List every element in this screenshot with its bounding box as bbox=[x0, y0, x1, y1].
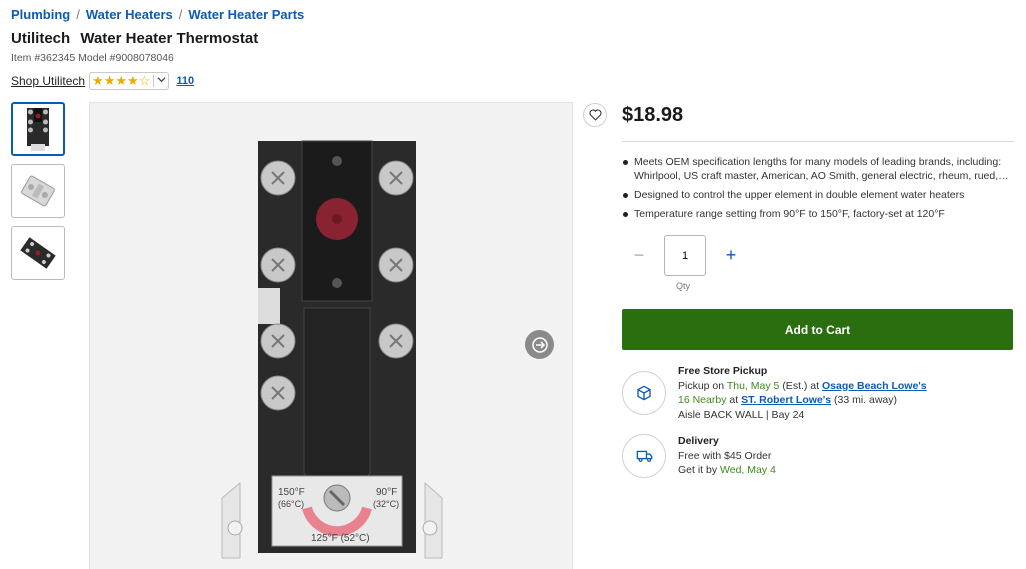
chevron-down-icon bbox=[153, 75, 166, 87]
arrow-right-icon bbox=[531, 336, 548, 353]
thermostat-back-thumbnail-image bbox=[21, 175, 55, 207]
delivery-line-1: Free with $45 Order bbox=[678, 449, 772, 462]
thermostat-angle-thumbnail-image bbox=[20, 237, 56, 269]
breadcrumb-separator: / bbox=[178, 7, 183, 22]
quantity-stepper: − + bbox=[632, 235, 738, 276]
model-number: Model #9008078046 bbox=[78, 52, 174, 64]
truck-icon bbox=[636, 450, 652, 462]
delivery-prefix: Get it by bbox=[678, 464, 718, 476]
package-icon bbox=[637, 385, 651, 401]
heart-icon bbox=[589, 109, 601, 121]
item-model-line: Item #362345 Model #9008078046 bbox=[11, 52, 174, 64]
pickup-est: (Est.) at bbox=[782, 379, 820, 392]
delivery-option[interactable] bbox=[622, 434, 666, 478]
breadcrumb-water-heater-parts[interactable]: Water Heater Parts bbox=[188, 7, 304, 22]
thumbnail-2[interactable] bbox=[11, 164, 65, 218]
star-outline-icon: ☆ bbox=[138, 73, 151, 88]
product-brand: Utilitech bbox=[11, 30, 71, 47]
pickup-details: Free Store Pickup Pickup on Thu, May 5 (… bbox=[678, 364, 927, 422]
add-to-cart-button[interactable]: Add to Cart bbox=[622, 309, 1013, 350]
item-number: Item #362345 bbox=[11, 52, 76, 64]
aisle-location: Aisle BACK WALL | Bay 24 bbox=[678, 408, 805, 421]
thumbnail-1[interactable] bbox=[11, 102, 65, 156]
dial-right-temp-c: (32°C) bbox=[373, 499, 399, 509]
thumbnail-3[interactable] bbox=[11, 226, 65, 280]
dial-left-temp-c: (66°C) bbox=[278, 499, 304, 509]
star-icon: ★ bbox=[115, 73, 128, 88]
review-count-link[interactable]: 110 bbox=[176, 75, 194, 87]
pickup-title: Free Store Pickup bbox=[678, 365, 768, 377]
feature-item: Temperature range setting from 90°F to 1… bbox=[622, 207, 1014, 221]
dial-right-temp: 90°F bbox=[376, 487, 397, 498]
star-icon: ★ bbox=[92, 73, 104, 88]
shop-rating-line: Shop Utilitech ★★★★☆ 110 bbox=[11, 72, 194, 90]
pickup-line-2: 16 Nearby at ST. Robert Lowe's (33 mi. a… bbox=[678, 393, 927, 408]
breadcrumb-separator: / bbox=[76, 7, 80, 22]
quantity-decrease-button[interactable]: − bbox=[632, 245, 646, 266]
pickup-date: Thu, May 5 bbox=[726, 379, 780, 392]
thermostat-image: 150°F (66°C) 90°F (32°C) 125°F (52°C) bbox=[221, 140, 443, 559]
quantity-increase-button[interactable]: + bbox=[724, 245, 738, 266]
star-rating: ★★★★☆ bbox=[92, 73, 150, 89]
thermostat-thumbnail-image bbox=[27, 108, 49, 151]
pickup-option[interactable] bbox=[622, 371, 666, 415]
pickup-at: at bbox=[729, 394, 739, 406]
product-name: Water Heater Thermostat bbox=[80, 30, 259, 47]
nearby-stores-link[interactable]: 16 Nearby bbox=[678, 394, 726, 406]
shop-brand-link[interactable]: Shop Utilitech bbox=[11, 74, 85, 88]
delivery-details: Delivery Free with $45 Order Get it by W… bbox=[678, 434, 776, 478]
breadcrumb: Plumbing / Water Heaters / Water Heater … bbox=[11, 7, 304, 22]
quantity-label: Qty bbox=[676, 281, 691, 291]
pickup-store-link[interactable]: Osage Beach Lowe's bbox=[822, 380, 927, 392]
main-product-image[interactable]: 150°F (66°C) 90°F (32°C) 125°F (52°C) bbox=[89, 102, 573, 569]
feature-item: Meets OEM specification lengths for many… bbox=[622, 155, 1014, 183]
breadcrumb-water-heaters[interactable]: Water Heaters bbox=[86, 7, 173, 22]
divider bbox=[622, 141, 1014, 142]
dial-left-temp: 150°F bbox=[278, 487, 305, 498]
pickup-line-1: Pickup on Thu, May 5 (Est.) at Osage Bea… bbox=[678, 379, 927, 394]
feature-item: Designed to control the upper element in… bbox=[622, 188, 1014, 202]
alternate-store-link[interactable]: ST. Robert Lowe's bbox=[741, 394, 831, 406]
product-title: Utilitech Water Heater Thermostat bbox=[11, 30, 258, 47]
delivery-title: Delivery bbox=[678, 435, 719, 447]
rating-dropdown[interactable]: ★★★★☆ bbox=[89, 72, 170, 90]
thumbnail-list bbox=[11, 102, 65, 280]
next-image-button[interactable] bbox=[525, 330, 554, 359]
product-price: $18.98 bbox=[622, 104, 684, 126]
favorite-button[interactable] bbox=[583, 103, 607, 127]
breadcrumb-plumbing[interactable]: Plumbing bbox=[11, 7, 70, 22]
feature-list: Meets OEM specification lengths for many… bbox=[622, 155, 1014, 226]
delivery-line-2: Get it by Wed, May 4 bbox=[678, 463, 776, 478]
quantity-input[interactable] bbox=[664, 235, 706, 276]
star-icon: ★ bbox=[103, 73, 116, 88]
store-distance: (33 mi. away) bbox=[834, 394, 898, 406]
star-icon: ★ bbox=[127, 73, 139, 88]
dial-bottom-temp: 125°F (52°C) bbox=[311, 533, 370, 544]
pickup-prefix: Pickup on bbox=[678, 379, 725, 392]
delivery-date: Wed, May 4 bbox=[720, 464, 776, 476]
